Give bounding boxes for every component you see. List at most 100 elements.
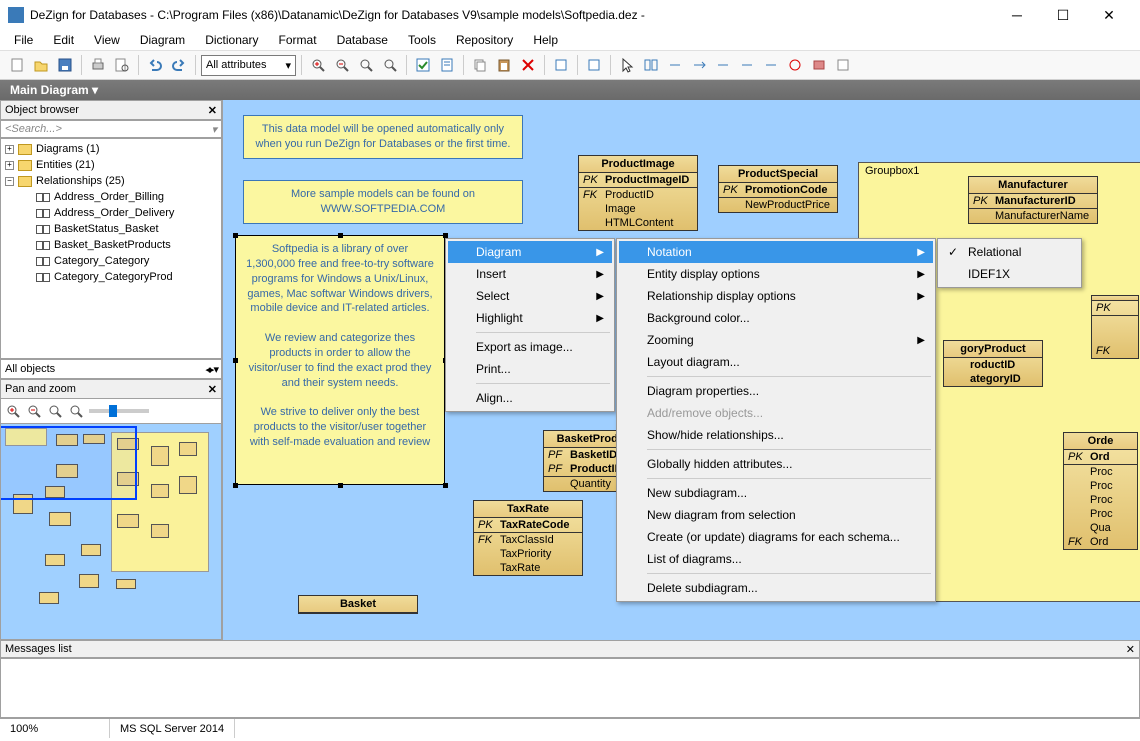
note-tool-icon[interactable]	[832, 54, 854, 76]
close-button[interactable]: ✕	[1086, 0, 1132, 30]
menu-format[interactable]: Format	[271, 31, 325, 49]
menu-item[interactable]: New diagram from selection	[619, 504, 933, 526]
close-icon[interactable]: ✕	[208, 383, 217, 396]
diagram-canvas[interactable]: This data model will be opened automatic…	[223, 100, 1140, 640]
menu-item[interactable]: Show/hide relationships...	[619, 424, 933, 446]
save-icon[interactable]	[54, 54, 76, 76]
menu-diagram[interactable]: Diagram	[132, 31, 193, 49]
entity-partial[interactable]: PKFK	[1091, 295, 1139, 359]
rel-tool4-icon[interactable]	[736, 54, 758, 76]
menu-item[interactable]: IDEF1X	[940, 263, 1079, 285]
menu-item[interactable]: Export as image...	[448, 336, 612, 358]
close-icon[interactable]: ✕	[208, 104, 217, 117]
menu-item[interactable]: Relationship display options▶	[619, 285, 933, 307]
tree-node[interactable]: Address_Order_Delivery	[3, 205, 219, 221]
redo-icon[interactable]	[168, 54, 190, 76]
note-box-selected[interactable]: Softpedia is a library of over 1,300,000…	[235, 235, 445, 485]
menu-item[interactable]: Highlight▶	[448, 307, 612, 329]
undo-icon[interactable]	[144, 54, 166, 76]
rect-tool-icon[interactable]	[808, 54, 830, 76]
menu-item[interactable]: Layout diagram...	[619, 351, 933, 373]
pointer-icon[interactable]	[616, 54, 638, 76]
tree-node[interactable]: BasketStatus_Basket	[3, 221, 219, 237]
diagram-tab[interactable]: Main Diagram ▾	[0, 80, 1140, 100]
tree-node[interactable]: Basket_BasketProducts	[3, 237, 219, 253]
entity-basket[interactable]: Basket	[298, 595, 418, 614]
tool2-icon[interactable]	[583, 54, 605, 76]
menu-help[interactable]: Help	[525, 31, 566, 49]
tree-node[interactable]: +Entities (21)	[3, 157, 219, 173]
all-objects-dropdown[interactable]: All objects◂▸ ▾	[0, 359, 222, 379]
note-box[interactable]: More sample models can be found on WWW.S…	[243, 180, 523, 224]
menu-item[interactable]: Align...	[448, 387, 612, 409]
rel-tool-icon[interactable]	[664, 54, 686, 76]
zoom-in-icon[interactable]	[5, 403, 21, 419]
zoom-out-icon[interactable]	[331, 54, 353, 76]
menu-item[interactable]: Create (or update) diagrams for each sch…	[619, 526, 933, 548]
zoom-in-icon[interactable]	[307, 54, 329, 76]
zoom-slider[interactable]	[89, 409, 149, 413]
copy-icon[interactable]	[469, 54, 491, 76]
minimap[interactable]	[0, 423, 222, 640]
delete-icon[interactable]	[517, 54, 539, 76]
circle-tool-icon[interactable]	[784, 54, 806, 76]
tree-node[interactable]: −Relationships (25)	[3, 173, 219, 189]
entity-order[interactable]: OrdePKOrdProcProcProcProcQuaFKOrd	[1063, 432, 1138, 550]
report-icon[interactable]	[436, 54, 458, 76]
attributes-dropdown[interactable]: All attributes▾	[201, 55, 296, 76]
tool-icon[interactable]	[550, 54, 572, 76]
menu-item[interactable]: ✓Relational	[940, 241, 1079, 263]
menu-item[interactable]: New subdiagram...	[619, 482, 933, 504]
menu-database[interactable]: Database	[329, 31, 396, 49]
entity-productspecial[interactable]: ProductSpecialPKPromotionCodeNewProductP…	[718, 165, 838, 213]
menu-repository[interactable]: Repository	[448, 31, 521, 49]
menu-dictionary[interactable]: Dictionary	[197, 31, 266, 49]
menu-item[interactable]: Print...	[448, 358, 612, 380]
menu-item[interactable]: Add/remove objects...	[619, 402, 933, 424]
rel-tool2-icon[interactable]	[688, 54, 710, 76]
menu-item[interactable]: Insert▶	[448, 263, 612, 285]
messages-list[interactable]	[0, 658, 1140, 718]
paste-icon[interactable]	[493, 54, 515, 76]
entity-manufacturer[interactable]: ManufacturerPKManufacturerIDManufacturer…	[968, 176, 1098, 224]
menu-item[interactable]: Select▶	[448, 285, 612, 307]
maximize-button[interactable]: ☐	[1040, 0, 1086, 30]
zoom-100-icon[interactable]	[379, 54, 401, 76]
menu-item[interactable]: Diagram properties...	[619, 380, 933, 402]
minimize-button[interactable]: ─	[994, 0, 1040, 30]
menu-item[interactable]: Notation▶	[619, 241, 933, 263]
entity-taxrate[interactable]: TaxRatePKTaxRateCodeFKTaxClassIdTaxPrior…	[473, 500, 583, 576]
menu-view[interactable]: View	[86, 31, 128, 49]
check-icon[interactable]	[412, 54, 434, 76]
zoom-100-icon[interactable]	[68, 403, 84, 419]
tree-node[interactable]: +Diagrams (1)	[3, 141, 219, 157]
menu-item[interactable]: Delete subdiagram...	[619, 577, 933, 599]
new-icon[interactable]	[6, 54, 28, 76]
zoom-fit-icon[interactable]	[355, 54, 377, 76]
tree-node[interactable]: Category_CategoryProd	[3, 269, 219, 285]
menu-item[interactable]: Background color...	[619, 307, 933, 329]
tree-node[interactable]: Address_Order_Billing	[3, 189, 219, 205]
menu-tools[interactable]: Tools	[400, 31, 444, 49]
menu-edit[interactable]: Edit	[45, 31, 82, 49]
menu-item[interactable]: Zooming▶	[619, 329, 933, 351]
menu-item[interactable]: Diagram▶	[448, 241, 612, 263]
menu-item[interactable]: List of diagrams...	[619, 548, 933, 570]
tree-node[interactable]: Category_Category	[3, 253, 219, 269]
menu-file[interactable]: File	[6, 31, 41, 49]
entity-tool-icon[interactable]	[640, 54, 662, 76]
print-icon[interactable]	[87, 54, 109, 76]
zoom-fit-icon[interactable]	[47, 403, 63, 419]
zoom-out-icon[interactable]	[26, 403, 42, 419]
rel-tool5-icon[interactable]	[760, 54, 782, 76]
note-box[interactable]: This data model will be opened automatic…	[243, 115, 523, 159]
open-icon[interactable]	[30, 54, 52, 76]
print-preview-icon[interactable]	[111, 54, 133, 76]
close-icon[interactable]: ✕	[1126, 643, 1135, 656]
menu-item[interactable]: Entity display options▶	[619, 263, 933, 285]
menu-item[interactable]: Globally hidden attributes...	[619, 453, 933, 475]
entity-productimage[interactable]: ProductImagePKProductImageIDFKProductIDI…	[578, 155, 698, 231]
rel-tool3-icon[interactable]	[712, 54, 734, 76]
search-input[interactable]: <Search...>▾	[0, 120, 222, 138]
entity-categoryproduct[interactable]: goryProductroductIDategoryID	[943, 340, 1043, 387]
